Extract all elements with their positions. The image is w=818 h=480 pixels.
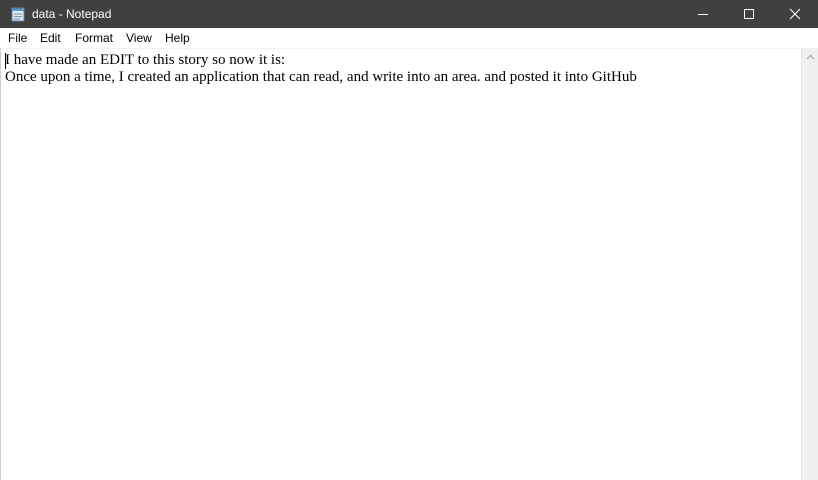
notepad-icon <box>11 6 25 22</box>
menu-help[interactable]: Help <box>160 28 195 48</box>
title-bar[interactable]: data - Notepad <box>0 0 818 28</box>
maximize-icon <box>744 9 754 19</box>
maximize-button[interactable] <box>726 0 772 28</box>
close-icon <box>789 8 801 20</box>
editor-content[interactable]: I have made an EDIT to this story so now… <box>5 52 637 86</box>
menu-file[interactable]: File <box>3 28 32 48</box>
menu-format[interactable]: Format <box>70 28 118 48</box>
menu-view[interactable]: View <box>121 28 157 48</box>
menu-edit[interactable]: Edit <box>35 28 66 48</box>
editor-line: I have made an EDIT to this story so now… <box>5 52 286 68</box>
minimize-icon <box>698 14 708 15</box>
window-title: data - Notepad <box>32 7 112 21</box>
minimize-button[interactable] <box>680 0 726 28</box>
close-button[interactable] <box>772 0 818 28</box>
window-border <box>0 48 1 480</box>
vertical-scrollbar[interactable] <box>801 48 818 480</box>
menu-bar: File Edit Format View Help <box>0 28 818 48</box>
scroll-up-button[interactable] <box>802 48 818 65</box>
text-editor-area[interactable]: I have made an EDIT to this story so now… <box>0 48 801 480</box>
editor-line: Once upon a time, I created an applicati… <box>5 69 637 85</box>
chevron-up-icon <box>806 54 814 59</box>
text-caret <box>5 53 6 69</box>
notepad-window: data - Notepad File Edit Format View Hel… <box>0 0 818 480</box>
